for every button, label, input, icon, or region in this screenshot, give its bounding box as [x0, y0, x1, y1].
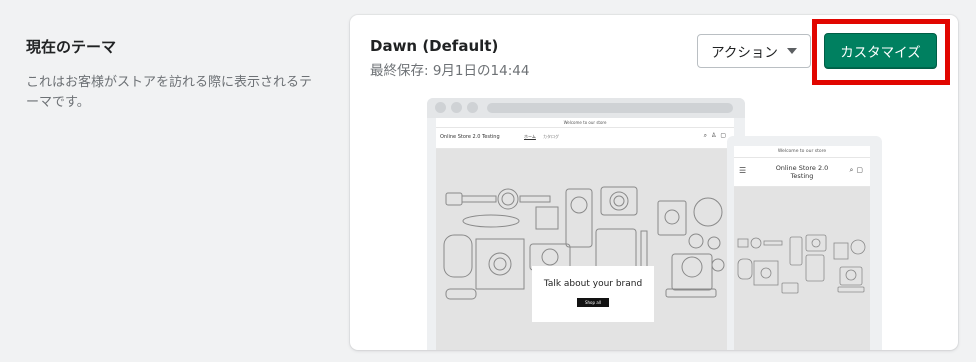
desktop-preview[interactable]: Welcome to our store Online Store 2.0 Te…: [427, 98, 745, 350]
theme-last-saved: 最終保存: 9月1日の14:44: [370, 63, 530, 79]
preview-announcement: Welcome to our store: [436, 118, 734, 128]
mobile-hero-image: [734, 187, 870, 350]
gadgets-illustration-mobile: [737, 234, 866, 294]
preview-header-icons: ⌕♙▢: [703, 132, 730, 139]
actions-button-label: アクション: [711, 45, 778, 61]
browser-url-bar: [487, 103, 733, 113]
actions-button[interactable]: アクション: [697, 34, 811, 68]
preview-store-name: Online Store 2.0 Testing: [440, 134, 500, 140]
browser-bar: [427, 98, 745, 118]
mobile-header-icons: ⌕▢: [849, 166, 866, 174]
mobile-header: ☰ Online Store 2.0 Testing ⌕▢: [734, 158, 870, 187]
mobile-announcement: Welcome to our store: [734, 146, 870, 158]
mobile-store-name: Online Store 2.0 Testing: [775, 164, 829, 180]
preview-hero-button: Shop all: [576, 298, 609, 307]
preview-hero-card: Talk about your brand Shop all: [532, 266, 654, 322]
browser-dot-icon: [451, 102, 462, 113]
caret-down-icon: [786, 48, 797, 54]
theme-name: Dawn (Default): [370, 37, 499, 55]
current-theme-card: Dawn (Default) 最終保存: 9月1日の14:44 アクション カス…: [350, 15, 958, 350]
hamburger-menu-icon: ☰: [739, 166, 747, 175]
preview-hero-title: Talk about your brand: [543, 279, 643, 289]
preview-nav-catalog: カタログ: [543, 134, 559, 139]
section-description: これはお客様がストアを訪れる際に表示されるテーマです。: [26, 75, 313, 110]
mobile-preview[interactable]: Welcome to our store ☰ Online Store 2.0 …: [727, 136, 882, 350]
preview-hero-image: Talk about your brand Shop all: [436, 149, 734, 350]
browser-dot-icon: [467, 102, 478, 113]
preview-header: Online Store 2.0 Testing ホーム カタログ ⌕♙▢: [436, 128, 734, 149]
browser-dot-icon: [435, 102, 446, 113]
customize-button[interactable]: カスタマイズ: [824, 33, 937, 69]
preview-nav-home: ホーム: [524, 134, 536, 139]
section-title: 現在のテーマ: [26, 38, 117, 56]
